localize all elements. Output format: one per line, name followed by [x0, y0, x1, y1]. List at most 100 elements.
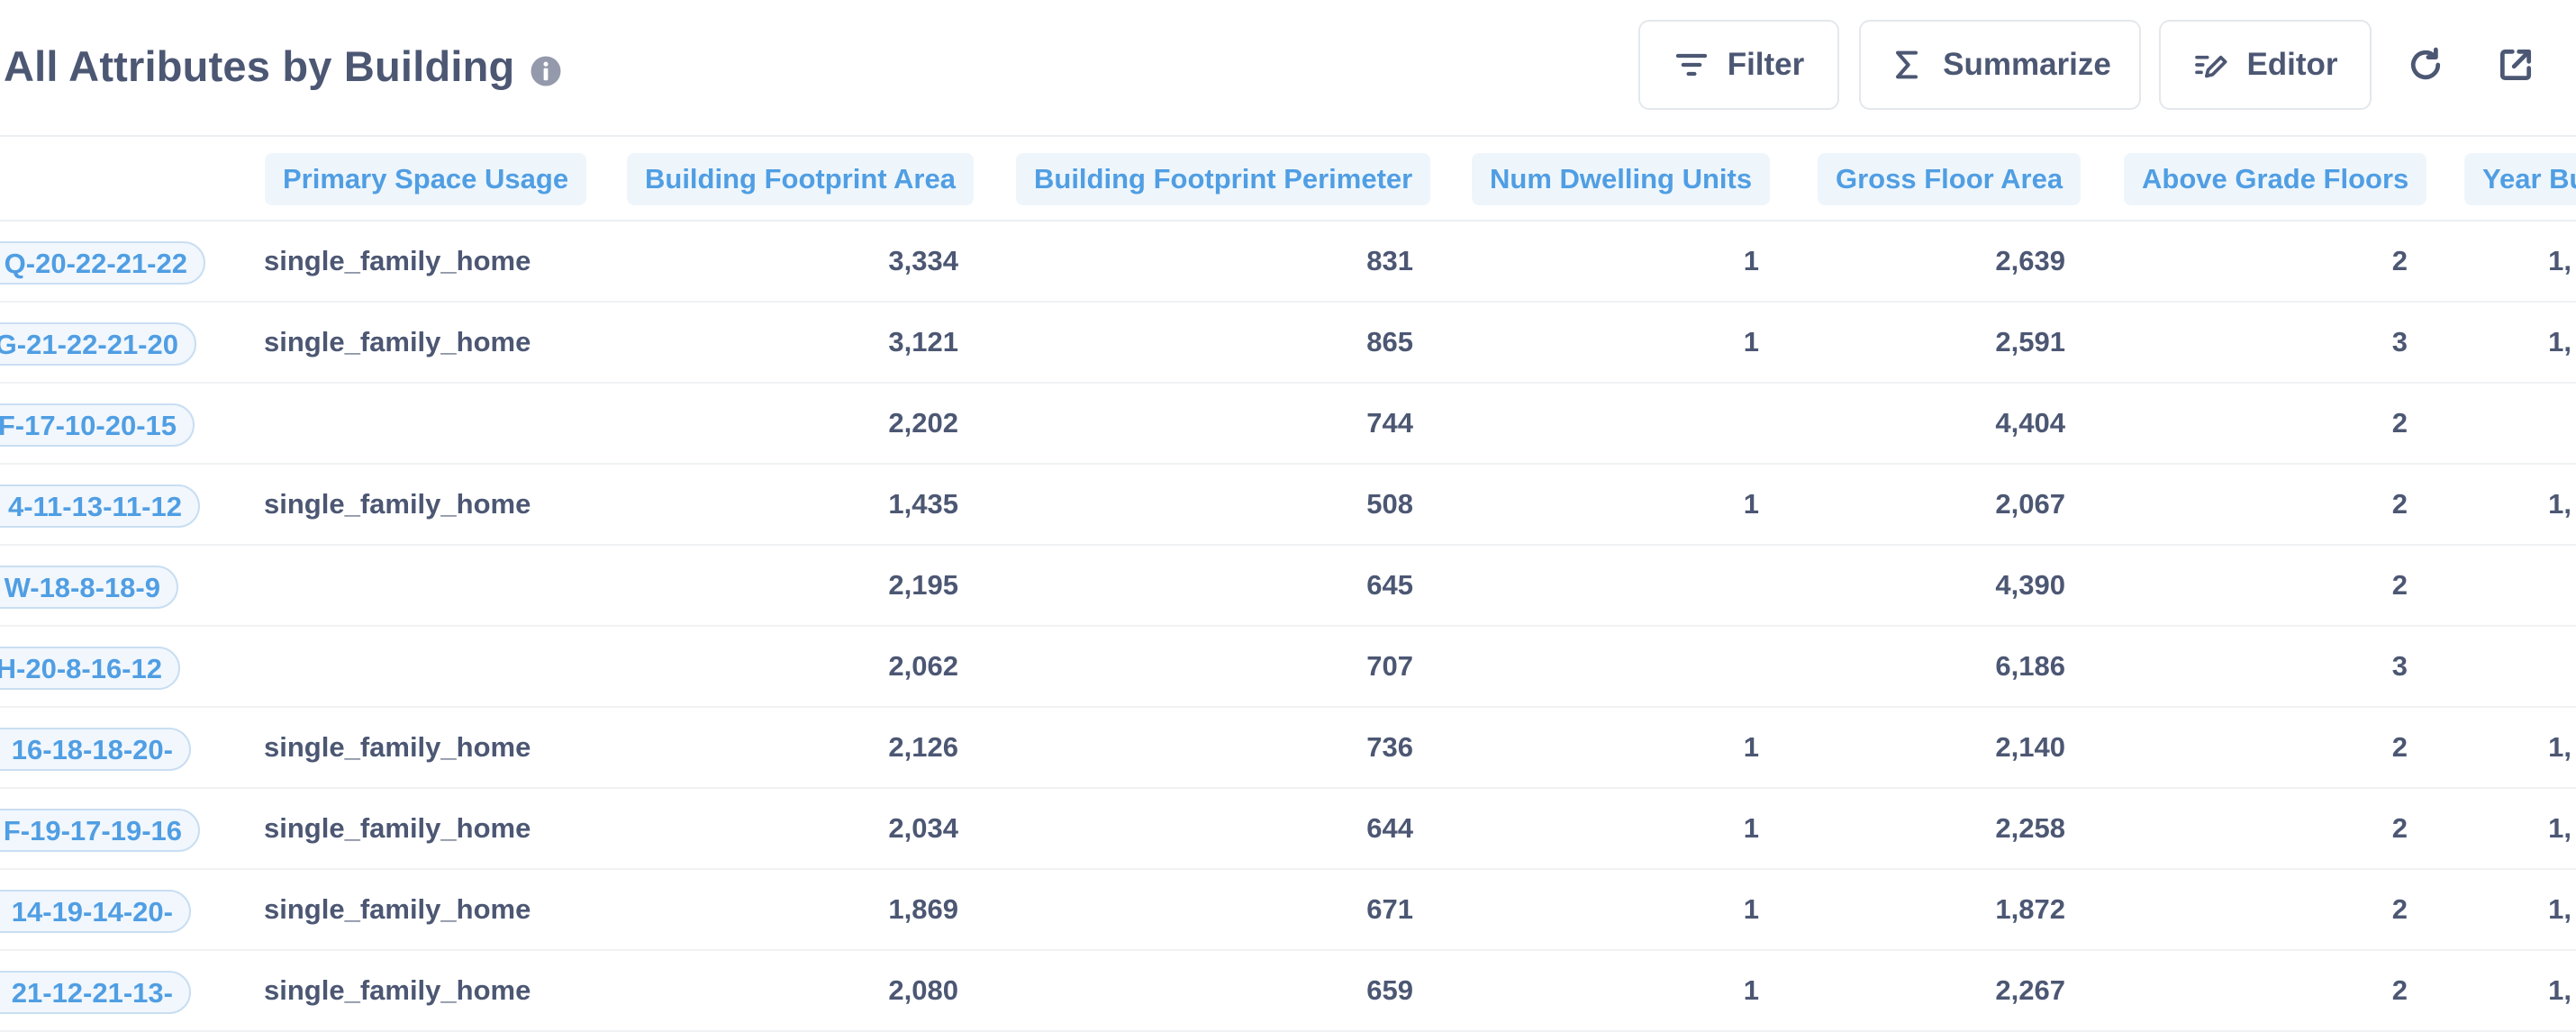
page-title: All Attributes by Building: [4, 42, 515, 90]
num-dwelling-units-cell: 1: [1743, 488, 1759, 520]
year-built-cell: 1,: [2548, 893, 2571, 925]
year-built-cell: 1,: [2548, 245, 2571, 276]
year-built-cell: 1,: [2548, 488, 2571, 520]
column-header-above-grade-floors[interactable]: Above Grade Floors: [2124, 153, 2427, 205]
table-row: G-21-22-21-20 single_family_home 3,121 8…: [0, 303, 2576, 384]
gross-floor-area-cell: 4,390: [1995, 569, 2065, 601]
editor-label: Editor: [2246, 47, 2338, 82]
num-dwelling-units-cell: [1477, 384, 1759, 463]
table-row: H-20-8-16-12 2,062 707 6,186 3: [0, 627, 2576, 708]
building-id-pill[interactable]: F-17-10-20-15: [0, 403, 195, 447]
building-footprint-area-cell: 2,195: [888, 569, 958, 601]
above-grade-floors-cell: 2: [2391, 488, 2408, 520]
gross-floor-area-cell: 2,639: [1995, 245, 2065, 276]
num-dwelling-units-cell: 1: [1743, 245, 1759, 276]
building-id-pill[interactable]: G-21-22-21-20: [0, 322, 196, 366]
refresh-icon[interactable]: [2406, 45, 2445, 85]
primary-space-usage-cell: single_family_home: [264, 974, 531, 1006]
gross-floor-area-cell: 2,067: [1995, 488, 2065, 520]
primary-space-usage-cell: [264, 384, 606, 463]
building-id-pill[interactable]: H-20-8-16-12: [0, 647, 180, 690]
column-header-building-footprint-perimeter[interactable]: Building Footprint Perimeter: [1016, 153, 1431, 205]
building-footprint-perimeter-cell: 865: [1366, 326, 1413, 358]
building-footprint-perimeter-cell: 831: [1366, 245, 1413, 276]
num-dwelling-units-cell: 1: [1743, 731, 1759, 763]
building-footprint-perimeter-cell: 508: [1366, 488, 1413, 520]
summarize-label: Summarize: [1943, 47, 2111, 82]
filter-label: Filter: [1727, 47, 1805, 82]
primary-space-usage-cell: single_family_home: [264, 731, 531, 763]
above-grade-floors-cell: 2: [2391, 569, 2408, 601]
num-dwelling-units-cell: 1: [1743, 326, 1759, 358]
above-grade-floors-cell: 2: [2391, 731, 2408, 763]
year-built-cell: [2468, 546, 2571, 625]
table-row: -21-12-21-13 single_family_home 2,080 65…: [0, 951, 2576, 1032]
column-header-primary-space-usage[interactable]: Primary Space Usage: [265, 153, 587, 205]
building-footprint-area-cell: 3,334: [888, 245, 958, 276]
info-icon[interactable]: [530, 55, 562, 87]
building-footprint-perimeter-cell: 736: [1366, 731, 1413, 763]
filter-button[interactable]: Filter: [1638, 20, 1839, 110]
building-footprint-area-cell: 2,202: [888, 407, 958, 439]
building-footprint-perimeter-cell: 707: [1366, 650, 1413, 682]
primary-space-usage-cell: single_family_home: [264, 326, 531, 358]
table-row: 4-11-13-11-12 single_family_home 1,435 5…: [0, 465, 2576, 546]
building-id-pill[interactable]: -14-19-14-20: [0, 890, 191, 933]
above-grade-floors-cell: 2: [2391, 893, 2408, 925]
pencil-icon: [2195, 55, 2227, 78]
column-header-year-built[interactable]: Year Bu: [2464, 153, 2576, 205]
editor-button[interactable]: Editor: [2159, 20, 2372, 110]
primary-space-usage-cell: [264, 627, 606, 706]
question-header: All Attributes by Building Filter Summar…: [0, 0, 2576, 137]
primary-space-usage-cell: single_family_home: [264, 893, 531, 925]
year-built-cell: 1,: [2548, 731, 2571, 763]
gross-floor-area-cell: 1,872: [1995, 893, 2065, 925]
table-header-row: Primary Space Usage Building Footprint A…: [0, 137, 2576, 222]
gross-floor-area-cell: 6,186: [1995, 650, 2065, 682]
building-footprint-area-cell: 1,869: [888, 893, 958, 925]
building-id-pill[interactable]: W-18-8-18-9: [0, 566, 178, 609]
building-id-pill[interactable]: -21-12-21-13: [0, 971, 191, 1014]
gross-floor-area-cell: 2,258: [1995, 812, 2065, 844]
building-id-pill[interactable]: Q-20-22-21-22: [0, 241, 205, 285]
building-id-pill[interactable]: 4-11-13-11-12: [0, 484, 200, 528]
table-row: -14-19-14-20 single_family_home 1,869 67…: [0, 870, 2576, 951]
building-footprint-perimeter-cell: 659: [1366, 974, 1413, 1006]
gross-floor-area-cell: 4,404: [1995, 407, 2065, 439]
filter-icon: [1675, 53, 1707, 77]
column-header-gross-floor-area[interactable]: Gross Floor Area: [1818, 153, 2082, 205]
sigma-icon: [1896, 50, 1918, 79]
num-dwelling-units-cell: [1477, 546, 1759, 625]
above-grade-floors-cell: 2: [2391, 245, 2408, 276]
num-dwelling-units-cell: [1477, 627, 1759, 706]
gross-floor-area-cell: 2,267: [1995, 974, 2065, 1006]
building-id-pill[interactable]: -16-18-18-20: [0, 728, 191, 771]
external-link-icon[interactable]: [2496, 45, 2535, 85]
year-built-cell: [2468, 627, 2571, 706]
building-footprint-perimeter-cell: 744: [1366, 407, 1413, 439]
building-footprint-area-cell: 3,121: [888, 326, 958, 358]
num-dwelling-units-cell: 1: [1743, 893, 1759, 925]
table-row: F-17-10-20-15 2,202 744 4,404 2: [0, 384, 2576, 465]
above-grade-floors-cell: 2: [2391, 812, 2408, 844]
primary-space-usage-cell: single_family_home: [264, 488, 531, 520]
primary-space-usage-cell: single_family_home: [264, 245, 531, 276]
building-footprint-area-cell: 2,080: [888, 974, 958, 1006]
table-row: F-19-17-19-16 single_family_home 2,034 6…: [0, 789, 2576, 870]
table-row: W-18-8-18-9 2,195 645 4,390 2: [0, 546, 2576, 627]
year-built-cell: 1,: [2548, 974, 2571, 1006]
primary-space-usage-cell: [264, 546, 606, 625]
building-footprint-area-cell: 2,034: [888, 812, 958, 844]
building-footprint-area-cell: 1,435: [888, 488, 958, 520]
building-footprint-area-cell: 2,062: [888, 650, 958, 682]
building-id-pill[interactable]: F-19-17-19-16: [0, 809, 200, 852]
building-footprint-perimeter-cell: 644: [1366, 812, 1413, 844]
column-header-num-dwelling-units[interactable]: Num Dwelling Units: [1472, 153, 1771, 205]
year-built-cell: 1,: [2548, 812, 2571, 844]
above-grade-floors-cell: 2: [2391, 974, 2408, 1006]
column-header-building-footprint-area[interactable]: Building Footprint Area: [627, 153, 974, 205]
year-built-cell: 1,: [2548, 326, 2571, 358]
building-footprint-perimeter-cell: 671: [1366, 893, 1413, 925]
building-footprint-area-cell: 2,126: [888, 731, 958, 763]
summarize-button[interactable]: Summarize: [1859, 20, 2141, 110]
